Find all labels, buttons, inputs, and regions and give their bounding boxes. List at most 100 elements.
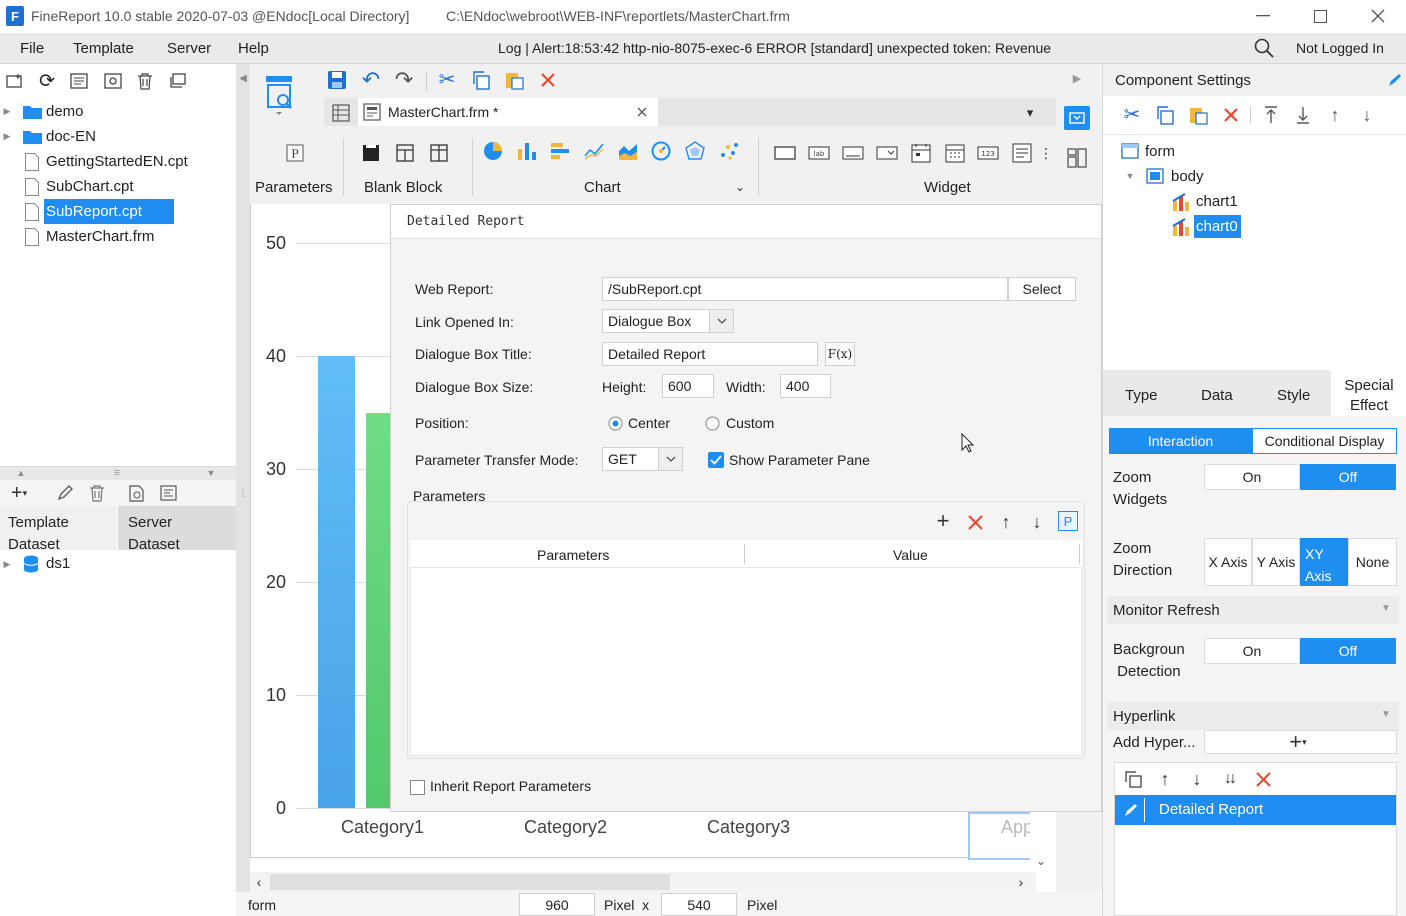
dataset-param-icon[interactable] <box>159 483 179 503</box>
web-report-input[interactable]: /SubReport.cpt <box>602 277 1008 301</box>
tree-item-subreport[interactable]: SubReport.cpt <box>46 204 142 219</box>
chart1-partial[interactable]: App <box>968 812 1030 860</box>
scroll-left-icon[interactable]: ‹ <box>252 874 266 890</box>
bar-chart-icon[interactable] <box>516 140 538 162</box>
scatter-chart-icon[interactable] <box>718 140 740 162</box>
direction-none[interactable]: None <box>1348 538 1397 586</box>
pie-chart-icon[interactable] <box>482 140 504 162</box>
link-move-down-icon[interactable]: ↓ <box>1186 768 1208 790</box>
collapse-left-icon[interactable]: ◀ <box>237 72 249 86</box>
button-widget-icon[interactable] <box>773 142 797 164</box>
paste-icon[interactable] <box>503 69 525 91</box>
tree-item-demo[interactable]: demo <box>46 104 84 119</box>
copy-icon[interactable] <box>1154 104 1176 126</box>
maximize-icon[interactable] <box>1303 4 1337 28</box>
delete-icon[interactable] <box>537 69 559 91</box>
number-widget-icon[interactable]: 123 <box>976 142 1000 164</box>
menu-help[interactable]: Help <box>238 41 269 56</box>
move-bottom-icon[interactable] <box>1292 104 1314 126</box>
radar-chart-icon[interactable] <box>684 140 706 162</box>
tree-item-getting-started[interactable]: GettingStartedEN.cpt <box>46 154 188 169</box>
more-widgets-icon[interactable]: ⋮ <box>1039 142 1053 164</box>
menu-template[interactable]: Template <box>73 41 134 56</box>
delete-link-icon[interactable] <box>1252 768 1274 790</box>
expand-arrow-icon[interactable]: ▶ <box>2 130 12 142</box>
subtab-interaction[interactable]: Interaction <box>1109 428 1252 454</box>
delete-dataset-icon[interactable] <box>87 483 107 503</box>
delete-icon[interactable] <box>1220 104 1242 126</box>
tab-style[interactable]: Style <box>1277 388 1310 403</box>
scroll-right-icon[interactable]: ▶ <box>1070 72 1084 86</box>
form-designer-icon[interactable] <box>262 70 298 120</box>
canvas-width-input[interactable]: 960 <box>519 893 595 916</box>
link-move-up-icon[interactable]: ↑ <box>1154 768 1176 790</box>
canvas-height-input[interactable]: 540 <box>661 893 737 916</box>
copy-icon[interactable] <box>470 69 492 91</box>
split-block-icon[interactable] <box>428 142 450 164</box>
line-chart-icon[interactable] <box>583 140 605 162</box>
background-detection-on[interactable]: On <box>1204 638 1300 664</box>
scroll-down-icon[interactable]: ⌄ <box>1034 854 1048 868</box>
direction-x-axis[interactable]: X Axis <box>1204 538 1252 586</box>
tree-node-chart1[interactable]: chart1 <box>1196 194 1238 209</box>
close-window-icon[interactable] <box>1361 4 1395 28</box>
delete-file-icon[interactable] <box>135 71 155 91</box>
custom-radio[interactable] <box>704 415 720 431</box>
settings-folder-icon[interactable] <box>103 71 123 91</box>
dataset-item-ds1[interactable]: ds1 <box>46 556 70 571</box>
undo-icon[interactable]: ↶ <box>360 69 382 91</box>
minimize-icon[interactable] <box>1246 4 1280 28</box>
move-down-icon[interactable]: ↓ <box>1026 511 1048 533</box>
height-input[interactable]: 600 <box>662 374 714 398</box>
widget-settings-icon[interactable] <box>1064 106 1090 130</box>
move-top-icon[interactable] <box>1260 104 1282 126</box>
log-message[interactable]: Log | Alert:18:53:42 http-nio-8075-exec-… <box>498 41 1051 55</box>
cut-icon[interactable]: ✂ <box>1121 104 1143 126</box>
expand-arrow-icon[interactable]: ▶ <box>2 105 12 117</box>
scrollbar-thumb[interactable] <box>270 874 670 890</box>
edit-icon[interactable] <box>55 483 75 503</box>
delete-param-icon[interactable] <box>964 511 986 533</box>
tree-item-doc-en[interactable]: doc-EN <box>46 129 96 144</box>
inherit-params-checkbox[interactable] <box>409 779 425 795</box>
tree-item-subchart[interactable]: SubChart.cpt <box>46 179 134 194</box>
menu-server[interactable]: Server <box>167 41 211 56</box>
tree-node-form[interactable]: form <box>1145 144 1175 159</box>
tree-node-body[interactable]: body <box>1171 169 1204 184</box>
tab-list-icon[interactable]: ▾ <box>1020 102 1040 122</box>
area-chart-icon[interactable] <box>617 140 639 162</box>
chevron-down-icon[interactable]: ▼ <box>1379 708 1393 722</box>
layout-icon[interactable] <box>1064 146 1090 170</box>
edit-link-icon[interactable] <box>1117 798 1145 822</box>
move-up-icon[interactable]: ↑ <box>1324 104 1346 126</box>
edit-pen-icon[interactable] <box>1385 70 1405 90</box>
copy-file-icon[interactable] <box>167 71 187 91</box>
tree-node-chart0[interactable]: chart0 <box>1196 219 1238 234</box>
expand-arrow-icon[interactable]: ▶ <box>2 558 12 570</box>
save-icon[interactable] <box>326 69 348 91</box>
cut-icon[interactable]: ✂ <box>436 69 458 91</box>
new-folder-icon[interactable] <box>5 71 25 91</box>
drag-handle-icon[interactable]: ≡ <box>110 467 124 479</box>
copy-link-icon[interactable] <box>1122 768 1144 790</box>
col-value-header[interactable]: Value <box>893 548 928 562</box>
label-widget-icon[interactable]: lab <box>807 142 831 164</box>
absolute-block-icon[interactable] <box>360 142 382 164</box>
menu-file[interactable]: File <box>20 41 44 56</box>
date-widget-icon[interactable] <box>909 142 933 164</box>
calendar-widget-icon[interactable] <box>943 142 967 164</box>
width-input[interactable]: 400 <box>780 374 831 398</box>
link-sort-icon[interactable]: ↓↓ <box>1218 768 1240 790</box>
gauge-chart-icon[interactable] <box>650 140 672 162</box>
add-param-icon[interactable]: + <box>932 510 954 532</box>
direction-y-axis[interactable]: Y Axis <box>1252 538 1300 586</box>
col-parameters-header[interactable]: Parameters <box>537 548 609 562</box>
bar-series2-category1[interactable] <box>366 412 390 808</box>
chevron-down-icon[interactable]: ▼ <box>1379 602 1393 616</box>
zoom-widgets-off[interactable]: Off <box>1300 464 1396 490</box>
param-p-icon[interactable]: P <box>1058 511 1078 531</box>
login-status[interactable]: Not Logged In <box>1296 41 1384 55</box>
tree-item-masterchart[interactable]: MasterChart.frm <box>46 229 154 244</box>
zoom-widgets-on[interactable]: On <box>1204 464 1300 490</box>
chevron-down-icon[interactable] <box>709 310 733 332</box>
